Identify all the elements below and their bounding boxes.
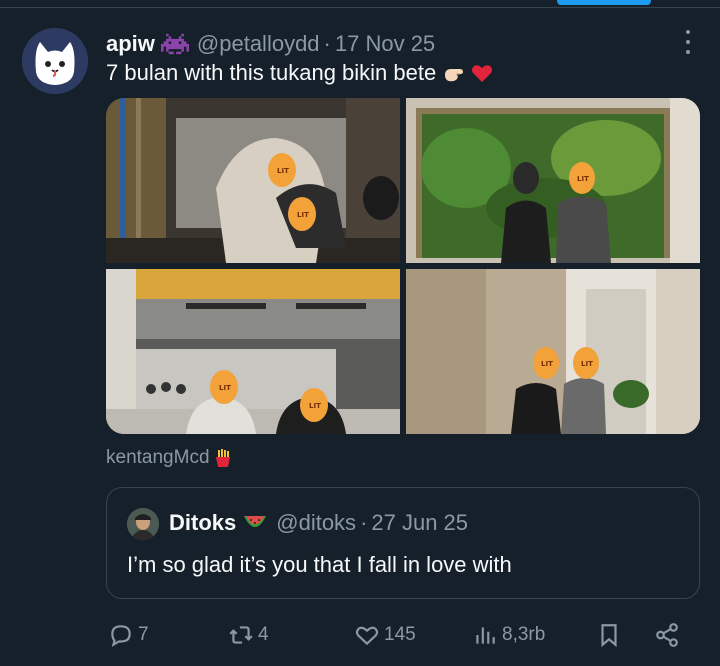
avatar[interactable] — [22, 28, 88, 94]
action-bar: 7 4 145 8,3rb — [106, 615, 700, 655]
space-invader-icon — [160, 33, 189, 55]
red-heart-emoji — [470, 61, 494, 85]
quote-handle[interactable]: @ditoks — [276, 510, 356, 536]
white-cat-avatar-icon — [22, 28, 88, 94]
photo-sticker-label: LIT — [577, 175, 589, 183]
views-button[interactable]: 8,3rb — [472, 615, 545, 655]
watermelon-emoji — [242, 512, 268, 534]
divider — [0, 7, 720, 8]
heart-icon — [355, 626, 379, 646]
photo-1[interactable]: LIT LIT — [106, 98, 400, 263]
share-icon — [656, 623, 678, 647]
caption-text: kentangMcd — [106, 447, 210, 468]
quote-header: Ditoks @ditoks · 27 Jun 25 — [169, 510, 468, 536]
tweet-text-content: 7 bulan with this tukang bikin bete — [106, 60, 437, 85]
tweet-date[interactable]: 17 Nov 25 — [335, 31, 435, 57]
active-tab-indicator — [557, 0, 651, 5]
bookmark-button[interactable] — [596, 615, 622, 655]
like-button[interactable]: 145 — [354, 615, 416, 655]
photo-sticker-label: LIT — [541, 360, 553, 368]
like-count: 145 — [384, 624, 416, 645]
photo-sticker-label: LIT — [277, 167, 289, 175]
reply-button[interactable]: 7 — [108, 615, 149, 655]
repost-button[interactable]: 4 — [228, 615, 269, 655]
media-grid: LIT LIT LIT LIT LIT LIT LIT — [106, 98, 700, 434]
reply-count: 7 — [138, 624, 149, 645]
photo-sticker-label: LIT — [309, 402, 321, 410]
repost-count: 4 — [258, 624, 269, 645]
tweet-text: 7 bulan with this tukang bikin bete — [106, 60, 494, 86]
quote-text: I’m so glad it’s you that I fall in love… — [127, 552, 512, 577]
more-dots-icon[interactable] — [682, 30, 694, 54]
handle[interactable]: @petalloydd — [197, 31, 320, 57]
tweet-header: apiw @petalloydd · 17 Nov 25 — [106, 30, 660, 58]
share-button[interactable] — [654, 615, 680, 655]
caption: kentangMcd — [106, 447, 233, 469]
repost-icon — [229, 626, 253, 644]
quote-avatar[interactable] — [127, 508, 159, 540]
quote-date[interactable]: 27 Jun 25 — [371, 510, 468, 536]
bookmark-icon — [601, 624, 617, 648]
views-chart-icon — [476, 627, 495, 644]
fries-emoji — [213, 448, 233, 468]
photo-3[interactable]: LIT LIT — [106, 269, 400, 434]
photo-sticker-label: LIT — [581, 360, 593, 368]
separator-dot: · — [360, 510, 368, 535]
photo-sticker-label: LIT — [297, 211, 309, 219]
photo-sticker-label: LIT — [219, 384, 231, 392]
quote-display-name[interactable]: Ditoks — [169, 510, 236, 536]
reply-icon — [111, 625, 131, 648]
views-count: 8,3rb — [502, 624, 546, 645]
pinching-hand-emoji — [442, 61, 466, 85]
photo-2[interactable]: LIT — [406, 98, 700, 263]
separator-dot: · — [323, 31, 331, 56]
photo-4[interactable]: LIT LIT — [406, 269, 700, 434]
quoted-tweet[interactable]: Ditoks @ditoks · 27 Jun 25 I’m so glad i… — [106, 487, 700, 599]
display-name[interactable]: apiw — [106, 31, 155, 57]
